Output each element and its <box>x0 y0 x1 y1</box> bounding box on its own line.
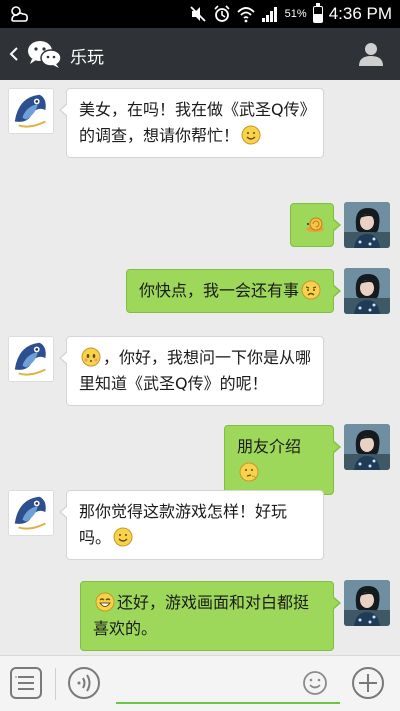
battery-percent: 51% <box>284 8 307 20</box>
menu-icon[interactable] <box>8 665 44 701</box>
my-avatar[interactable] <box>344 202 390 248</box>
smile-emoji-icon <box>113 527 133 547</box>
status-bar: 51% 4:36 PM <box>0 0 400 28</box>
message-bubble[interactable] <box>290 203 341 247</box>
battery-icon <box>312 2 323 23</box>
shy-emoji-icon <box>81 347 101 367</box>
contact-avatar[interactable] <box>8 336 54 382</box>
input-bar <box>0 655 400 711</box>
my-avatar[interactable] <box>344 424 390 470</box>
message-bubble[interactable]: 还好，游戏画面和对白都挺喜欢的。 <box>80 581 341 651</box>
my-avatar[interactable] <box>344 268 390 314</box>
message-text: ，你好，我想问一下你是从哪里知道《武圣Q传》的呢！ <box>79 348 312 393</box>
voice-icon[interactable] <box>66 665 102 701</box>
divider <box>55 668 56 700</box>
snail-emoji-icon <box>306 217 324 232</box>
message-text: 美女，在吗！我在做《武圣Q传》的调查，想请你帮忙！ <box>79 100 308 145</box>
chat-header: 乐玩 <box>0 28 400 80</box>
message-bubble[interactable]: 美女，在吗！我在做《武圣Q传》的调查，想请你帮忙！ <box>59 88 324 158</box>
clock: 4:36 PM <box>328 4 392 23</box>
signal-icon <box>261 7 277 22</box>
message-text: 还好，游戏画面和对白都挺喜欢的。 <box>93 593 310 638</box>
message-bubble[interactable]: 那你觉得这款游戏怎样！好玩吗。 <box>59 490 324 560</box>
wifi-icon <box>237 7 255 23</box>
emoji-icon[interactable] <box>302 670 328 696</box>
plus-icon[interactable] <box>350 665 386 701</box>
alarm-icon <box>214 5 230 22</box>
angry-emoji-icon <box>301 280 321 300</box>
wechat-logo-icon <box>28 41 62 68</box>
think-emoji-icon <box>239 462 259 482</box>
contact-avatar[interactable] <box>8 88 54 134</box>
grin-emoji-icon <box>95 592 115 612</box>
contact-avatar[interactable] <box>8 490 54 536</box>
message-bubble[interactable]: 朋友介绍 <box>224 425 341 495</box>
message-text: 朋友介绍 <box>237 437 302 456</box>
message-text: 那你觉得这款游戏怎样！好玩吗。 <box>79 502 288 547</box>
smile-emoji-icon <box>241 125 261 145</box>
contact-icon[interactable] <box>358 41 384 67</box>
weather-icon <box>11 6 28 22</box>
message-bubble[interactable]: ，你好，我想问一下你是从哪里知道《武圣Q传》的呢！ <box>59 336 324 406</box>
my-avatar[interactable] <box>344 580 390 626</box>
back-icon[interactable] <box>6 43 22 65</box>
message-text: 你快点，我一会还有事 <box>138 281 299 300</box>
message-bubble[interactable]: 你快点，我一会还有事 <box>125 269 342 313</box>
message-list[interactable]: 美女，在吗！我在做《武圣Q传》的调查，想请你帮忙！ 你快点，我一会还有事 ，你好，我… <box>0 80 400 655</box>
chat-title[interactable]: 乐玩 <box>70 43 104 68</box>
mute-icon <box>190 6 206 22</box>
